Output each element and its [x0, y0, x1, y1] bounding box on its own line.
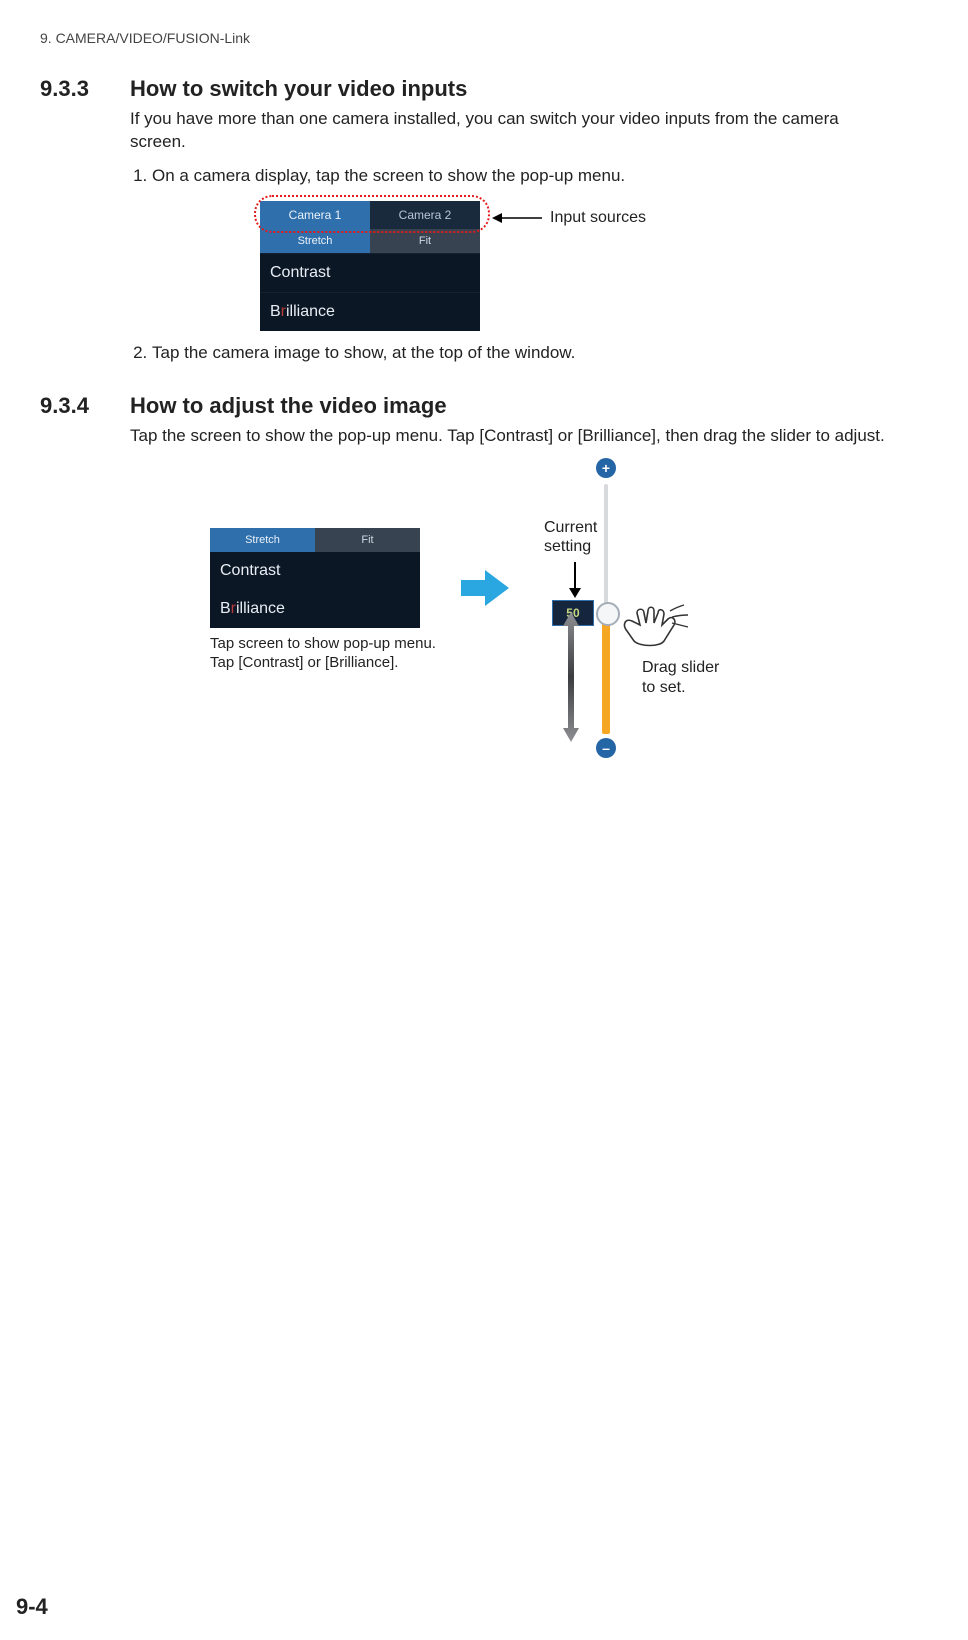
- intro-933: If you have more than one camera install…: [130, 108, 898, 154]
- arrow-down-icon: [568, 562, 582, 598]
- caption-line-1: Tap screen to show pop-up menu.: [210, 634, 436, 654]
- tab-camera-1[interactable]: Camera 1: [260, 201, 370, 229]
- section-title-934: How to adjust the video image: [130, 393, 447, 419]
- steps-933b: Tap the camera image to show, at the top…: [130, 343, 898, 363]
- menu-contrast-2[interactable]: Contrast: [210, 552, 420, 590]
- current-setting-2: setting: [544, 537, 597, 556]
- brilliance-rest: illiance: [286, 303, 335, 320]
- brilliance-prefix: B: [270, 303, 281, 320]
- minus-button[interactable]: –: [596, 738, 616, 758]
- step-1: On a camera display, tap the screen to s…: [152, 166, 898, 186]
- menu-brilliance[interactable]: Brilliance: [260, 292, 480, 331]
- hand-icon: [622, 603, 692, 653]
- current-setting-label: Current setting: [544, 518, 597, 556]
- figure-input-sources: Camera 1 Camera 2 Stretch Fit Contrast B…: [260, 201, 898, 331]
- slider-diagram: + 50 – Current setting: [534, 458, 754, 778]
- popup-menu-2: Stretch Fit Contrast Brilliance: [210, 528, 420, 628]
- tab-stretch[interactable]: Stretch: [260, 229, 370, 253]
- tab-camera-2[interactable]: Camera 2: [370, 201, 480, 229]
- drag-line-1: Drag slider: [642, 658, 719, 678]
- page-number: 9-4: [16, 1594, 48, 1620]
- running-header: 9. CAMERA/VIDEO/FUSION-Link: [40, 30, 898, 46]
- current-setting-1: Current: [544, 518, 597, 537]
- section-number-934: 9.3.4: [40, 393, 130, 419]
- popup-menu-1: Camera 1 Camera 2 Stretch Fit Contrast B…: [260, 201, 480, 331]
- caption-line-2: Tap [Contrast] or [Brilliance].: [210, 653, 436, 673]
- steps-933: On a camera display, tap the screen to s…: [130, 166, 898, 186]
- slider-fill: [602, 608, 610, 734]
- menu-brilliance-2[interactable]: Brilliance: [210, 590, 420, 628]
- drag-slider-label: Drag slider to set.: [642, 658, 719, 698]
- section-number-933: 9.3.3: [40, 76, 130, 102]
- brilliance-prefix-2: B: [220, 600, 231, 617]
- arrow-right-icon: [461, 568, 509, 613]
- tab-stretch-2[interactable]: Stretch: [210, 528, 315, 552]
- figure-2-caption: Tap screen to show pop-up menu. Tap [Con…: [210, 634, 436, 673]
- double-arrow-icon: [560, 612, 582, 742]
- tab-fit-2[interactable]: Fit: [315, 528, 420, 552]
- slider-thumb[interactable]: [596, 602, 620, 626]
- section-title-933: How to switch your video inputs: [130, 76, 467, 102]
- intro-934: Tap the screen to show the pop-up menu. …: [130, 425, 898, 448]
- tab-fit[interactable]: Fit: [370, 229, 480, 253]
- menu-contrast[interactable]: Contrast: [260, 253, 480, 292]
- input-sources-label: Input sources: [550, 209, 646, 227]
- plus-button[interactable]: +: [596, 458, 616, 478]
- arrow-left-icon: [492, 211, 542, 225]
- drag-line-2: to set.: [642, 678, 719, 698]
- figure-adjust-image: Stretch Fit Contrast Brilliance Tap scre…: [210, 458, 898, 778]
- brilliance-rest-2: illiance: [236, 600, 285, 617]
- step-2: Tap the camera image to show, at the top…: [152, 343, 898, 363]
